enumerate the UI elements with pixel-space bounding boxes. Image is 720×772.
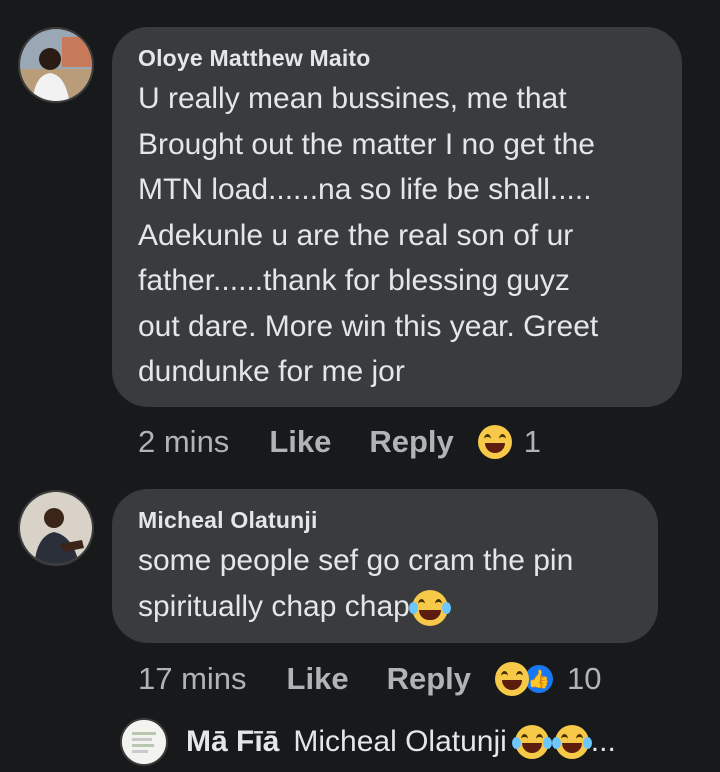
comment-line: U really mean bussines, me that <box>138 82 567 115</box>
comment-author[interactable]: Oloye Matthew Maito <box>138 45 656 72</box>
avatar-micheal[interactable] <box>18 490 94 566</box>
comment-line: spiritually chap chap <box>138 589 410 623</box>
reply-text: Micheal Olatunji <box>293 725 507 758</box>
reaction-count: 1 <box>523 424 542 459</box>
reply-author[interactable]: Mā Fīā <box>186 725 279 759</box>
laughing-emoji-icon <box>477 425 512 459</box>
comment-line: Brought out the matter I no get the <box>138 127 595 161</box>
comment-line: some people sef go cram the pin <box>138 544 574 577</box>
like-button[interactable]: Like <box>287 661 349 697</box>
profile-photo <box>20 492 92 564</box>
reply-avatar <box>120 718 168 766</box>
comment-text: U really mean bussines, me that Brought … <box>138 76 656 395</box>
comment-line: Adekunle u are the real son of ur <box>138 218 574 252</box>
crying-laughing-emoji-icon <box>551 725 592 759</box>
comment-bubble: Oloye Matthew Maito U really mean bussin… <box>112 27 682 407</box>
reactions[interactable]: 1 <box>477 424 542 460</box>
reactions[interactable]: 👍 10 <box>495 661 601 697</box>
like-button[interactable]: Like <box>269 424 331 460</box>
comment-line: dundunke for me jor <box>138 355 405 388</box>
reply-ellipsis: ... <box>590 725 616 758</box>
crying-laughing-emoji-icon <box>511 725 552 759</box>
comment-line: father......thank for blessing guyz <box>138 264 570 297</box>
avatar-oloye[interactable] <box>18 27 94 103</box>
reply-button[interactable]: Reply <box>387 661 471 697</box>
laughing-emoji-icon <box>495 662 529 696</box>
reaction-count: 10 <box>567 661 602 696</box>
comment-author[interactable]: Micheal Olatunji <box>138 507 632 534</box>
comment-text: some people sef go cram the pin spiritua… <box>138 538 632 629</box>
crying-laughing-emoji-icon <box>408 589 451 626</box>
comment-line: out dare. More win this year. Greet <box>138 309 599 343</box>
reply-preview[interactable]: Mā Fīā Micheal Olatunji ... <box>120 718 616 766</box>
comment-bubble: Micheal Olatunji some people sef go cram… <box>112 489 658 643</box>
comment-timestamp[interactable]: 2 mins <box>138 424 229 460</box>
profile-photo <box>20 29 92 101</box>
comment-timestamp[interactable]: 17 mins <box>138 661 247 697</box>
comment-actions: 17 mins Like Reply 👍 10 <box>138 661 601 697</box>
comment-line: MTN load......na so life be shall..... <box>138 173 592 206</box>
reply-button[interactable]: Reply <box>369 424 453 460</box>
comment-actions: 2 mins Like Reply 1 <box>138 424 541 460</box>
reply-avatar-image <box>122 720 166 764</box>
